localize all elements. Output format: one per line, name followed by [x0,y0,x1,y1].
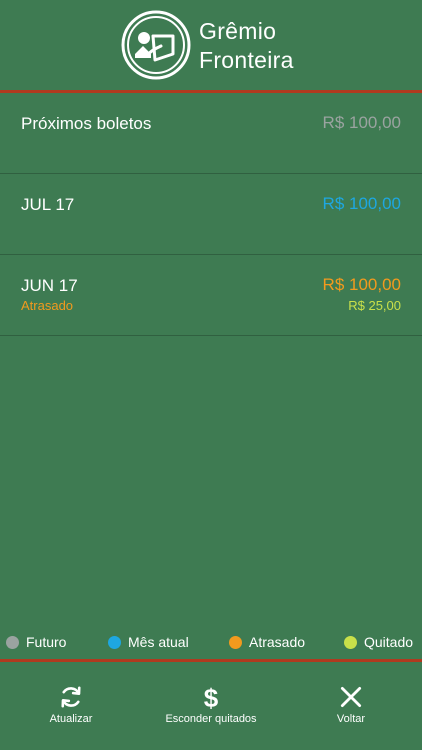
bill-amount: R$ 100,00 [322,194,401,213]
refresh-label: Atualizar [49,713,93,725]
bill-row-upcoming[interactable]: Próximos boletos R$ 100,00 [0,93,422,174]
legend-label: Atrasado [249,634,306,650]
club-crest-icon [121,10,191,80]
legend-dot-futuro [6,636,19,649]
legend-dot-mes-atual [108,636,121,649]
back-label: Voltar [336,713,366,725]
legend-item-futuro: Futuro [6,634,66,650]
bill-amount: R$ 100,00 [322,113,401,132]
refresh-icon [6,684,136,710]
dollar-icon: $ [146,684,276,710]
bill-amount: R$ 100,00 [322,275,401,294]
svg-text:$: $ [204,684,219,710]
back-button[interactable]: Voltar [286,684,416,725]
legend-dot-quitado [344,636,357,649]
app-header: Grêmio Fronteira [0,0,422,90]
club-name-line1: Grêmio [199,18,277,44]
bill-status-text: Atrasado [21,298,74,313]
status-legend: Futuro Mês atual Atrasado Quitado [0,630,422,656]
club-name-line2: Fronteira [199,47,294,73]
legend-label: Quitado [364,634,414,650]
club-name: Grêmio Fronteira [199,17,294,75]
bill-row-jun17[interactable]: JUN 17 R$ 100,00 Atrasado R$ 25,00 [0,255,422,336]
bill-label: JUN 17 [21,276,78,295]
legend-item-atrasado: Atrasado [229,634,305,650]
bill-label: Próximos boletos [21,114,152,133]
hide-paid-button[interactable]: $ Esconder quitados [146,684,276,725]
bill-row-jul17[interactable]: JUL 17 R$ 100,00 [0,174,422,255]
refresh-button[interactable]: Atualizar [6,684,136,725]
legend-item-mes-atual: Mês atual [108,634,189,650]
legend-label: Mês atual [128,634,189,650]
close-icon [286,684,416,710]
legend-label: Futuro [26,634,67,650]
hide-paid-label: Esconder quitados [165,713,257,725]
legend-dot-atrasado [229,636,242,649]
legend-item-quitado: Quitado [344,634,413,650]
bill-label: JUL 17 [21,195,75,214]
bill-paid-amount: R$ 25,00 [348,298,401,313]
bottom-toolbar: Atualizar $ Esconder quitados Voltar [0,662,422,750]
